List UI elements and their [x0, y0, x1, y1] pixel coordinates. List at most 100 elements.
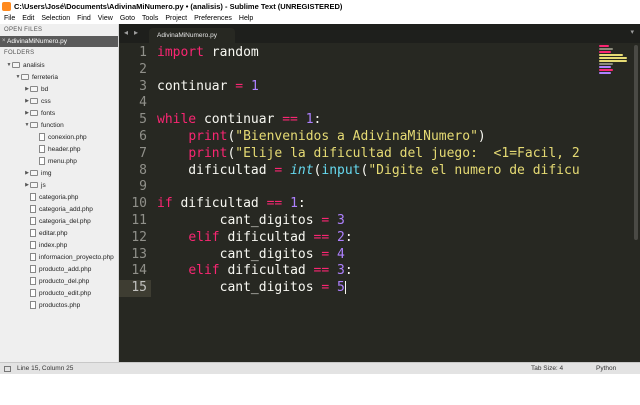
tree-file[interactable]: conexion.php — [0, 131, 118, 143]
code-token: == — [266, 196, 283, 212]
code-line[interactable]: cant_digitos = 5 — [157, 280, 596, 297]
code-token: : — [344, 263, 353, 279]
tree-file[interactable]: categoria_del.php — [0, 215, 118, 227]
code-line[interactable]: cant_digitos = 3 — [157, 213, 596, 230]
tree-label: analisis — [23, 61, 45, 69]
tree-file[interactable]: producto_edit.php — [0, 287, 118, 299]
tree-folder[interactable]: ▼ analisis — [0, 59, 118, 71]
code-token: == — [313, 263, 330, 279]
menu-find[interactable]: Find — [77, 15, 91, 22]
line-number: 11 — [131, 212, 147, 228]
code-line[interactable]: cant_digitos = 4 — [157, 247, 596, 264]
tree-file[interactable]: menu.php — [0, 155, 118, 167]
code-line[interactable]: print("Elije la dificultad del juego: <1… — [157, 146, 596, 163]
tab-size-indicator[interactable]: Tab Size: 4 — [531, 363, 563, 375]
close-file-icon[interactable]: × — [2, 36, 6, 47]
tab-bar: ◂ ▸ AdivinaMiNumero.py ▾ — [119, 24, 640, 43]
tree-folder[interactable]: ▼ ferreteria — [0, 71, 118, 83]
code-line[interactable]: import random — [157, 45, 596, 62]
tree-file[interactable]: producto_add.php — [0, 263, 118, 275]
menu-view[interactable]: View — [98, 15, 113, 22]
tree-file[interactable]: editar.php — [0, 227, 118, 239]
tab-list-icon[interactable]: ▾ — [630, 28, 634, 36]
tree-label: producto_edit.php — [39, 289, 92, 297]
folder-icon — [30, 98, 38, 104]
minimap[interactable] — [599, 45, 631, 87]
tree-file[interactable]: productos.php — [0, 299, 118, 311]
code-token: print — [188, 128, 228, 144]
text-cursor — [344, 281, 346, 295]
tree-file[interactable]: categoria_add.php — [0, 203, 118, 215]
menu-file[interactable]: File — [4, 15, 15, 22]
code-line[interactable]: continuar = 1 — [157, 79, 596, 96]
syntax-indicator[interactable]: Python — [596, 363, 616, 375]
tree-file[interactable]: informacion_proyecto.php — [0, 251, 118, 263]
tab-prev-icon[interactable]: ◂ — [124, 28, 128, 37]
menu-help[interactable]: Help — [239, 15, 253, 22]
line-number: 5 — [139, 112, 147, 128]
status-bar: Line 15, Column 25 Tab Size: 4 Python — [0, 362, 640, 374]
code-token: 1 — [250, 78, 259, 94]
tree-folder[interactable]: ▶ bd — [0, 83, 118, 95]
menu-goto[interactable]: Goto — [120, 15, 135, 22]
code-token: dificultad — [172, 196, 267, 212]
minimap-line — [599, 66, 611, 68]
tree-folder[interactable]: ▶ fonts — [0, 107, 118, 119]
code-token: elif — [188, 229, 220, 245]
tree-label: categoria.php — [39, 193, 79, 201]
folder-icon — [30, 182, 38, 188]
line-number: 1 — [139, 45, 147, 60]
code-line[interactable] — [157, 179, 596, 196]
tree-file[interactable]: header.php — [0, 143, 118, 155]
code-line[interactable] — [157, 62, 596, 79]
tree-label: index.php — [39, 241, 68, 249]
file-icon — [39, 157, 45, 165]
tree-label: js — [41, 181, 46, 189]
code-line[interactable]: print("Bienvenidos a AdivinaMiNumero") — [157, 129, 596, 146]
code-token: elif — [188, 263, 220, 279]
file-icon — [30, 229, 36, 237]
tree-folder[interactable]: ▶ img — [0, 167, 118, 179]
tree-label: fonts — [41, 109, 56, 117]
tree-label: menu.php — [48, 157, 77, 165]
tree-file[interactable]: index.php — [0, 239, 118, 251]
panel-toggle-icon[interactable] — [4, 365, 11, 372]
tab-adivinaminumero[interactable]: AdivinaMiNumero.py — [149, 28, 235, 43]
code-line[interactable]: dificultad = int(input("Digite el numero… — [157, 163, 596, 180]
code-token: dificultad — [157, 162, 275, 178]
code-token: cant_digitos — [157, 246, 322, 262]
open-file-item[interactable]: × AdivinaMiNumero.py — [0, 36, 118, 47]
tree-file[interactable]: categoria.php — [0, 191, 118, 203]
code-line[interactable]: elif dificultad == 3: — [157, 263, 596, 280]
vertical-scrollbar[interactable] — [634, 45, 638, 240]
tree-file[interactable]: producto_del.php — [0, 275, 118, 287]
file-icon — [39, 145, 45, 153]
tree-label: informacion_proyecto.php — [39, 253, 114, 261]
tab-next-icon[interactable]: ▸ — [134, 28, 138, 37]
menu-edit[interactable]: Edit — [22, 15, 34, 22]
menu-project[interactable]: Project — [165, 15, 187, 22]
code-area[interactable]: import random continuar = 1 while continua… — [157, 45, 596, 345]
code-line[interactable]: elif dificultad == 2: — [157, 230, 596, 247]
menu-selection[interactable]: Selection — [41, 15, 70, 22]
line-number: 12 — [131, 229, 147, 245]
code-line[interactable]: if dificultad == 1: — [157, 196, 596, 213]
code-line[interactable]: while continuar == 1: — [157, 112, 596, 129]
code-token: 1 — [290, 196, 298, 212]
folder-icon — [30, 170, 38, 176]
code-token: random — [203, 45, 259, 60]
sidebar: OPEN FILES × AdivinaMiNumero.py FOLDERS … — [0, 24, 119, 362]
code-token: dificultad — [219, 263, 314, 279]
menu-preferences[interactable]: Preferences — [194, 15, 232, 22]
tree-label: producto_add.php — [39, 265, 92, 273]
menu-tools[interactable]: Tools — [142, 15, 158, 22]
open-files-header: OPEN FILES — [4, 27, 43, 33]
tree-folder[interactable]: ▶ js — [0, 179, 118, 191]
file-icon — [30, 289, 36, 297]
code-line[interactable] — [157, 95, 596, 112]
tree-folder[interactable]: ▼ function — [0, 119, 118, 131]
tree-folder[interactable]: ▶ css — [0, 95, 118, 107]
